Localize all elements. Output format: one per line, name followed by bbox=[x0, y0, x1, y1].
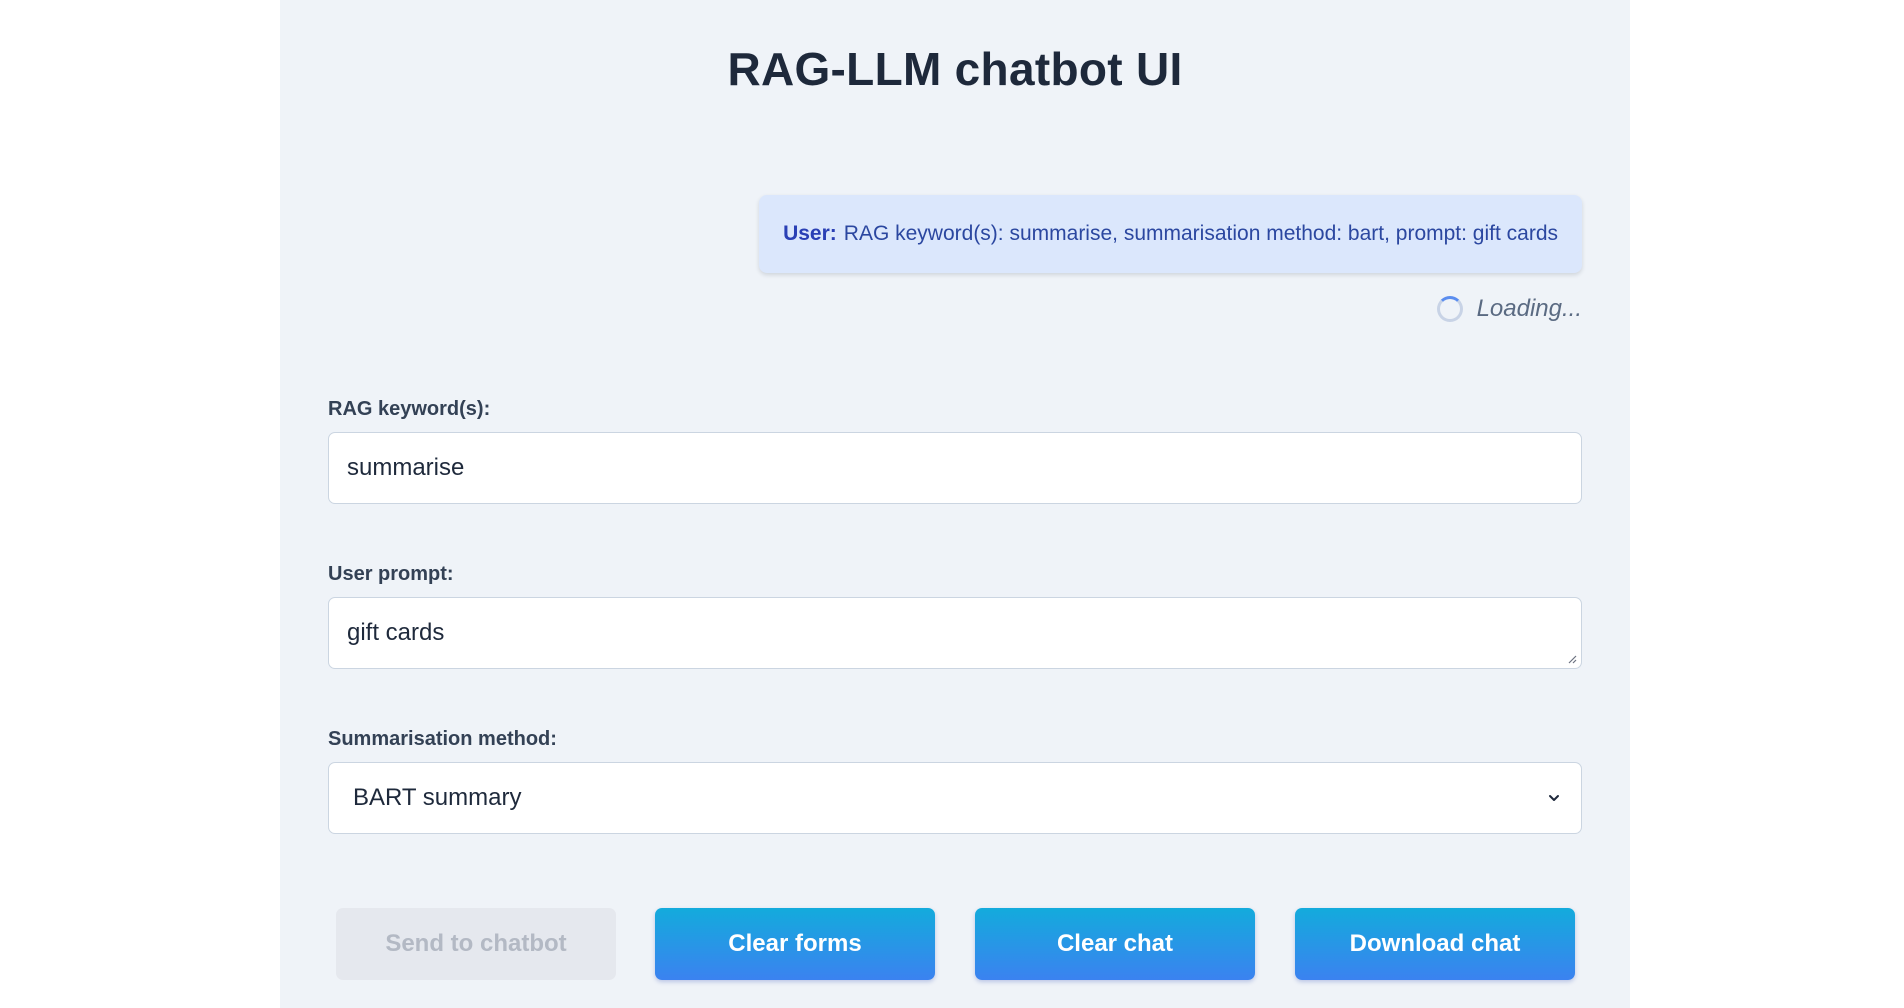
summarisation-method-label: Summarisation method: bbox=[328, 728, 557, 750]
chatbot-panel: RAG-LLM chatbot UI User: RAG keyword(s):… bbox=[280, 0, 1630, 1008]
user-prompt-textarea[interactable]: gift cards bbox=[328, 597, 1582, 669]
rag-keywords-label: RAG keyword(s): bbox=[328, 398, 491, 420]
summarisation-method-value: BART summary bbox=[353, 784, 522, 811]
rag-keywords-value: summarise bbox=[347, 454, 465, 481]
user-prompt-value: gift cards bbox=[347, 619, 445, 646]
download-chat-button[interactable]: Download chat bbox=[1295, 908, 1575, 980]
resize-handle-icon[interactable] bbox=[1567, 654, 1577, 664]
user-prompt-label: User prompt: bbox=[328, 563, 454, 585]
clear-forms-button[interactable]: Clear forms bbox=[655, 908, 935, 980]
page-title: RAG-LLM chatbot UI bbox=[727, 43, 1183, 95]
message-text: RAG keyword(s): summarise, summarisation… bbox=[843, 222, 1558, 245]
rag-keywords-input[interactable]: summarise bbox=[328, 432, 1582, 504]
summarisation-method-select[interactable]: BART summary bbox=[328, 762, 1582, 834]
clear-chat-button[interactable]: Clear chat bbox=[975, 908, 1255, 980]
loading-indicator: Loading... bbox=[1436, 295, 1582, 323]
send-to-chatbot-button[interactable]: Send to chatbot bbox=[336, 908, 616, 980]
spinner-icon bbox=[1436, 296, 1463, 322]
chat-history: User: RAG keyword(s): summarise, summari… bbox=[328, 195, 1582, 345]
chevron-down-icon bbox=[1549, 795, 1559, 801]
user-message: User: RAG keyword(s): summarise, summari… bbox=[759, 195, 1582, 273]
loading-text: Loading... bbox=[1476, 295, 1582, 322]
message-speaker: User: bbox=[783, 222, 837, 245]
